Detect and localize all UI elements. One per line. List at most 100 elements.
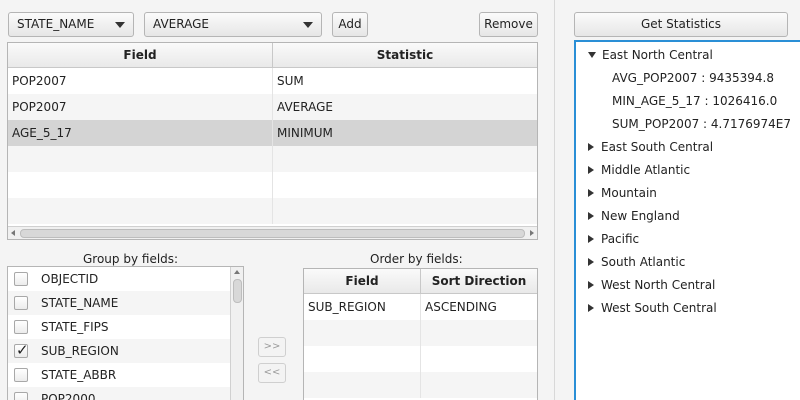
- cell-field: AGE_5_17: [8, 120, 273, 146]
- list-item-label: POP2000: [41, 392, 96, 400]
- checkbox-checked[interactable]: [14, 341, 29, 359]
- table-row[interactable]: POP2007 SUM: [8, 68, 537, 94]
- list-item-label: OBJECTID: [41, 272, 99, 286]
- add-button[interactable]: Add: [332, 12, 368, 37]
- list-item[interactable]: OBJECTID: [8, 267, 243, 291]
- column-header-field[interactable]: Field: [304, 269, 421, 293]
- table-row-empty: [304, 320, 537, 346]
- table-row-empty: [8, 146, 537, 172]
- statistic-type-combo[interactable]: AVERAGE: [144, 12, 322, 37]
- order-by-table-header: Field Sort Direction: [304, 269, 537, 294]
- list-item[interactable]: STATE_NAME: [8, 291, 243, 315]
- empty-cell: [273, 198, 537, 224]
- tree-node-label: Mountain: [601, 186, 657, 200]
- group-by-caption: Group by fields:: [83, 252, 179, 266]
- tree-node-label: East North Central: [602, 48, 713, 62]
- results-tree[interactable]: East North Central AVG_POP2007 : 9435394…: [574, 40, 800, 400]
- expanded-triangle-icon[interactable]: [588, 51, 596, 58]
- tree-leaf[interactable]: SUM_POP2007 : 4.7176974E7: [612, 117, 791, 131]
- chevron-down-icon: [115, 22, 125, 28]
- column-header-field[interactable]: Field: [8, 43, 273, 67]
- statistics-table-header: Field Statistic: [8, 43, 537, 68]
- move-right-button[interactable]: >>: [258, 337, 286, 357]
- collapsed-triangle-icon[interactable]: [588, 211, 594, 220]
- remove-button[interactable]: Remove: [479, 12, 538, 37]
- collapsed-triangle-icon[interactable]: [588, 165, 594, 174]
- tree-node[interactable]: West North Central: [588, 278, 715, 292]
- collapsed-triangle-icon[interactable]: [588, 303, 594, 312]
- tree-node-label: South Atlantic: [601, 255, 686, 269]
- collapsed-triangle-icon[interactable]: [588, 280, 594, 289]
- checkbox[interactable]: [14, 272, 28, 286]
- empty-cell: [8, 172, 273, 198]
- empty-cell: [304, 320, 421, 346]
- empty-cell: [421, 320, 537, 346]
- empty-cell: [421, 346, 537, 372]
- group-field-combo-value: STATE_NAME: [17, 17, 95, 31]
- tree-leaf[interactable]: MIN_AGE_5_17 : 1026416.0: [612, 94, 777, 108]
- tree-node[interactable]: Middle Atlantic: [588, 163, 690, 177]
- checkbox[interactable]: [14, 320, 28, 334]
- scroll-up-icon[interactable]: [234, 270, 240, 274]
- empty-cell: [273, 172, 537, 198]
- list-item-label: SUB_REGION: [41, 344, 119, 358]
- cell-sort-direction: ASCENDING: [425, 300, 497, 314]
- column-header-sort-direction[interactable]: Sort Direction: [421, 269, 537, 293]
- tree-node-label: Middle Atlantic: [601, 163, 691, 177]
- order-by-table[interactable]: Field Sort Direction SUB_REGION ASCENDIN…: [303, 268, 538, 400]
- tree-node[interactable]: Pacific: [588, 232, 639, 246]
- empty-cell: [273, 146, 537, 172]
- cell-statistic: SUM: [277, 74, 304, 88]
- scroll-right-icon[interactable]: [530, 230, 534, 236]
- move-left-button[interactable]: <<: [258, 363, 286, 383]
- group-field-combo[interactable]: STATE_NAME: [8, 12, 134, 37]
- collapsed-triangle-icon[interactable]: [588, 142, 594, 151]
- cell-field: SUB_REGION: [304, 294, 421, 320]
- tree-node[interactable]: South Atlantic: [588, 255, 685, 269]
- scrollbar-thumb[interactable]: [20, 229, 525, 238]
- cell-statistic: MINIMUM: [277, 126, 333, 140]
- table-row-empty: [304, 346, 537, 372]
- statistics-table[interactable]: Field Statistic POP2007 SUM POP2007 AVER…: [7, 42, 538, 240]
- tree-node[interactable]: East South Central: [588, 140, 713, 154]
- vertical-scrollbar[interactable]: [230, 267, 243, 400]
- tree-node[interactable]: New England: [588, 209, 680, 223]
- scrollbar-thumb[interactable]: [233, 279, 242, 303]
- collapsed-triangle-icon[interactable]: [588, 188, 594, 197]
- tree-node-label: West South Central: [601, 301, 717, 315]
- table-row-empty: [304, 372, 537, 398]
- tree-node-expanded[interactable]: East North Central: [588, 48, 713, 62]
- list-item[interactable]: SUB_REGION: [8, 339, 243, 363]
- horizontal-scrollbar[interactable]: [8, 226, 537, 239]
- table-row-selected[interactable]: AGE_5_17 MINIMUM: [8, 120, 537, 146]
- group-by-list[interactable]: OBJECTID STATE_NAME STATE_FIPS SUB_REGIO…: [7, 266, 244, 400]
- list-item[interactable]: STATE_FIPS: [8, 315, 243, 339]
- tree-leaf-label: AVG_POP2007 : 9435394.8: [612, 71, 774, 85]
- tree-node[interactable]: Mountain: [588, 186, 657, 200]
- tree-leaf[interactable]: AVG_POP2007 : 9435394.8: [612, 71, 774, 85]
- tree-leaf-label: MIN_AGE_5_17 : 1026416.0: [612, 94, 778, 108]
- statistic-type-combo-value: AVERAGE: [153, 17, 209, 31]
- empty-cell: [304, 372, 421, 398]
- column-header-statistic[interactable]: Statistic: [273, 43, 537, 67]
- scroll-left-icon[interactable]: [11, 230, 15, 236]
- tree-node-label: Pacific: [601, 232, 640, 246]
- empty-cell: [8, 146, 273, 172]
- tree-node-label: East South Central: [601, 140, 714, 154]
- collapsed-triangle-icon[interactable]: [588, 257, 594, 266]
- collapsed-triangle-icon[interactable]: [588, 234, 594, 243]
- list-item[interactable]: POP2000: [8, 387, 243, 400]
- tree-node[interactable]: West South Central: [588, 301, 717, 315]
- list-item-label: STATE_NAME: [41, 296, 119, 310]
- get-statistics-button[interactable]: Get Statistics: [574, 12, 788, 37]
- table-row-empty: [8, 172, 537, 198]
- checkbox[interactable]: [14, 296, 28, 310]
- checkbox[interactable]: [14, 392, 28, 400]
- list-item-label: STATE_FIPS: [41, 320, 109, 334]
- list-item[interactable]: STATE_ABBR: [8, 363, 243, 387]
- tree-leaf-label: SUM_POP2007 : 4.7176974E7: [612, 117, 791, 131]
- table-row[interactable]: SUB_REGION ASCENDING: [304, 294, 537, 320]
- table-row[interactable]: POP2007 AVERAGE: [8, 94, 537, 120]
- checkbox[interactable]: [14, 368, 28, 382]
- empty-cell: [304, 346, 421, 372]
